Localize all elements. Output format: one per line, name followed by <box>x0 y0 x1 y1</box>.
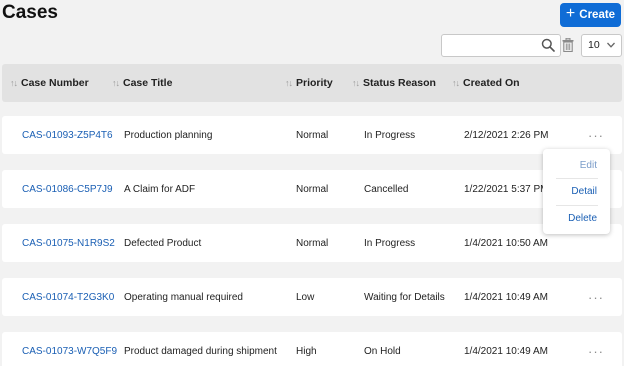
sort-icon: ↑↓ <box>352 78 360 88</box>
sort-icon: ↑↓ <box>452 78 460 88</box>
case-title: Operating manual required <box>124 291 243 303</box>
menu-divider <box>556 178 598 179</box>
status-reason: Cancelled <box>364 183 409 195</box>
case-title: A Claim for ADF <box>124 183 196 195</box>
sort-icon: ↑↓ <box>285 78 293 88</box>
priority: Normal <box>296 237 329 249</box>
case-number-link[interactable]: CAS-01075-N1R9S2 <box>22 224 115 262</box>
priority: High <box>296 345 317 357</box>
created-on: 1/4/2021 10:49 AM <box>464 345 548 357</box>
created-on: 1/4/2021 10:50 AM <box>464 237 548 249</box>
table-row: CAS-01073-W7Q5F9 Product damaged during … <box>2 332 622 366</box>
status-reason: In Progress <box>364 129 416 141</box>
column-header-case-title[interactable]: ↑↓ Case Title <box>112 64 172 102</box>
menu-item-edit[interactable]: Edit <box>543 155 610 175</box>
case-title: Production planning <box>124 129 213 141</box>
case-title: Product damaged during shipment <box>124 345 277 357</box>
case-number-link[interactable]: CAS-01073-W7Q5F9 <box>22 332 117 366</box>
case-title: Defected Product <box>124 237 202 249</box>
page-title: Cases <box>2 2 58 23</box>
column-header-case-number[interactable]: ↑↓ Case Number <box>10 64 89 102</box>
sort-icon: ↑↓ <box>10 78 18 88</box>
created-on: 2/12/2021 2:26 PM <box>464 129 549 141</box>
search-input[interactable] <box>442 35 538 56</box>
case-number-link[interactable]: CAS-01093-Z5P4T6 <box>22 116 113 154</box>
chevron-down-icon <box>607 42 615 48</box>
table-header: ↑↓ Case Number ↑↓ Case Title ↑↓ Priority… <box>2 64 622 102</box>
search-icon[interactable] <box>541 38 555 52</box>
column-header-created-on[interactable]: ↑↓ Created On <box>452 64 520 102</box>
priority: Low <box>296 291 315 303</box>
sort-icon: ↑↓ <box>112 78 120 88</box>
created-on: 1/4/2021 10:49 AM <box>464 291 548 303</box>
column-header-status-reason[interactable]: ↑↓ Status Reason <box>352 64 436 102</box>
plus-icon: + <box>565 5 576 22</box>
menu-item-detail[interactable]: Detail <box>543 181 610 201</box>
status-reason: In Progress <box>364 237 416 249</box>
page-size-select[interactable]: 10 <box>581 34 622 57</box>
more-actions-button[interactable]: ··· <box>588 332 604 366</box>
table-row: CAS-01075-N1R9S2 Defected Product Normal… <box>2 224 622 262</box>
menu-divider <box>556 205 598 206</box>
more-actions-button[interactable]: ··· <box>588 278 604 316</box>
create-button-label: Create <box>579 9 616 21</box>
priority: Normal <box>296 129 329 141</box>
menu-item-delete[interactable]: Delete <box>543 208 610 228</box>
table-row: CAS-01086-C5P7J9 A Claim for ADF Normal … <box>2 170 622 208</box>
status-reason: On Hold <box>364 345 401 357</box>
case-number-link[interactable]: CAS-01074-T2G3K0 <box>22 278 114 316</box>
page-size-value: 10 <box>588 39 600 51</box>
column-header-priority[interactable]: ↑↓ Priority <box>285 64 333 102</box>
search-box <box>441 34 561 57</box>
case-number-link[interactable]: CAS-01086-C5P7J9 <box>22 170 113 208</box>
row-context-menu: Edit Detail Delete <box>543 149 610 234</box>
trash-icon[interactable] <box>562 38 574 52</box>
create-button[interactable]: + Create <box>560 3 621 27</box>
table-row: CAS-01093-Z5P4T6 Production planning Nor… <box>2 116 622 154</box>
table-row: CAS-01074-T2G3K0 Operating manual requir… <box>2 278 622 316</box>
created-on: 1/22/2021 5:37 PM <box>464 183 549 195</box>
status-reason: Waiting for Details <box>364 291 445 303</box>
priority: Normal <box>296 183 329 195</box>
